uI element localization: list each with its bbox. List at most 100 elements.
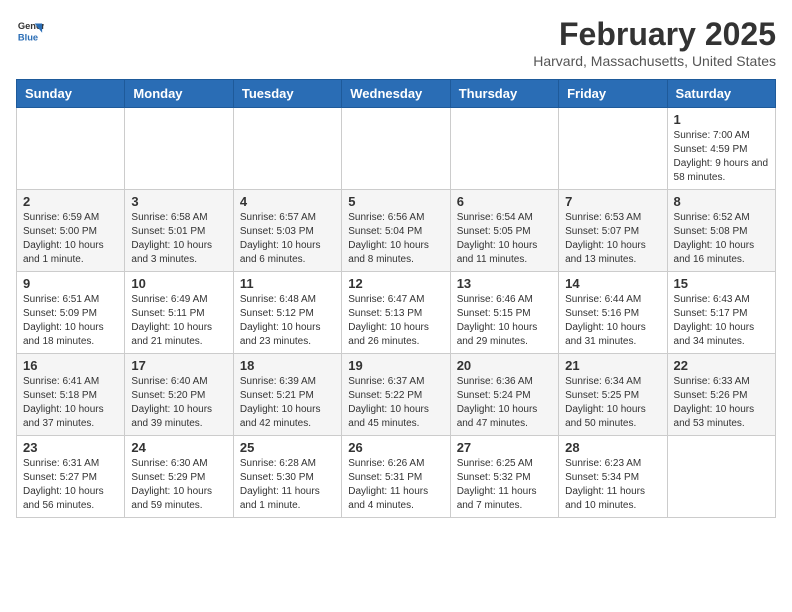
day-number: 27 bbox=[457, 440, 552, 455]
day-number: 17 bbox=[131, 358, 226, 373]
calendar-cell: 27 Sunrise: 6:25 AM Sunset: 5:32 PM Dayli… bbox=[450, 436, 558, 518]
calendar-cell: 20 Sunrise: 6:36 AM Sunset: 5:24 PM Dayli… bbox=[450, 354, 558, 436]
day-info: Sunrise: 6:49 AM Sunset: 5:11 PM Dayligh… bbox=[131, 293, 226, 349]
calendar-cell: 18 Sunrise: 6:39 AM Sunset: 5:21 PM Dayli… bbox=[233, 354, 341, 436]
calendar-cell: 6 Sunrise: 6:54 AM Sunset: 5:05 PM Daylig… bbox=[450, 190, 558, 272]
day-info: Sunrise: 7:00 AM Sunset: 4:59 PM Dayligh… bbox=[674, 129, 769, 185]
day-info: Sunrise: 6:39 AM Sunset: 5:21 PM Dayligh… bbox=[240, 375, 335, 431]
day-info: Sunrise: 6:37 AM Sunset: 5:22 PM Dayligh… bbox=[348, 375, 443, 431]
calendar-cell: 4 Sunrise: 6:57 AM Sunset: 5:03 PM Daylig… bbox=[233, 190, 341, 272]
day-info: Sunrise: 6:58 AM Sunset: 5:01 PM Dayligh… bbox=[131, 211, 226, 267]
calendar-cell: 13 Sunrise: 6:46 AM Sunset: 5:15 PM Dayli… bbox=[450, 272, 558, 354]
calendar-cell: 23 Sunrise: 6:31 AM Sunset: 5:27 PM Dayli… bbox=[17, 436, 125, 518]
weekday-header-saturday: Saturday bbox=[667, 80, 775, 108]
day-info: Sunrise: 6:51 AM Sunset: 5:09 PM Dayligh… bbox=[23, 293, 118, 349]
calendar-cell: 8 Sunrise: 6:52 AM Sunset: 5:08 PM Daylig… bbox=[667, 190, 775, 272]
day-info: Sunrise: 6:40 AM Sunset: 5:20 PM Dayligh… bbox=[131, 375, 226, 431]
calendar-cell: 12 Sunrise: 6:47 AM Sunset: 5:13 PM Dayli… bbox=[342, 272, 450, 354]
calendar-cell bbox=[17, 108, 125, 190]
day-info: Sunrise: 6:48 AM Sunset: 5:12 PM Dayligh… bbox=[240, 293, 335, 349]
calendar-cell: 3 Sunrise: 6:58 AM Sunset: 5:01 PM Daylig… bbox=[125, 190, 233, 272]
calendar-cell: 19 Sunrise: 6:37 AM Sunset: 5:22 PM Dayli… bbox=[342, 354, 450, 436]
day-info: Sunrise: 6:46 AM Sunset: 5:15 PM Dayligh… bbox=[457, 293, 552, 349]
calendar-cell: 25Sunrise: 6:28 AM Sunset: 5:30 PM Dayli… bbox=[233, 436, 341, 518]
day-number: 1 bbox=[674, 112, 769, 127]
day-info: Sunrise: 6:54 AM Sunset: 5:05 PM Dayligh… bbox=[457, 211, 552, 267]
calendar-header-row: SundayMondayTuesdayWednesdayThursdayFrid… bbox=[17, 80, 776, 108]
calendar-table: SundayMondayTuesdayWednesdayThursdayFrid… bbox=[16, 79, 776, 518]
day-info: Sunrise: 6:52 AM Sunset: 5:08 PM Dayligh… bbox=[674, 211, 769, 267]
calendar-cell: 5 Sunrise: 6:56 AM Sunset: 5:04 PM Daylig… bbox=[342, 190, 450, 272]
day-number: 21 bbox=[565, 358, 660, 373]
day-number: 4 bbox=[240, 194, 335, 209]
day-number: 22 bbox=[674, 358, 769, 373]
weekday-header-tuesday: Tuesday bbox=[233, 80, 341, 108]
calendar-cell: 9Sunrise: 6:51 AM Sunset: 5:09 PM Daylig… bbox=[17, 272, 125, 354]
calendar-cell: 1 Sunrise: 7:00 AM Sunset: 4:59 PM Daylig… bbox=[667, 108, 775, 190]
calendar-cell bbox=[342, 108, 450, 190]
day-number: 3 bbox=[131, 194, 226, 209]
calendar-week-row: 1 Sunrise: 7:00 AM Sunset: 4:59 PM Daylig… bbox=[17, 108, 776, 190]
day-number: 2 bbox=[23, 194, 118, 209]
day-info: Sunrise: 6:57 AM Sunset: 5:03 PM Dayligh… bbox=[240, 211, 335, 267]
day-info: Sunrise: 6:59 AM Sunset: 5:00 PM Dayligh… bbox=[23, 211, 118, 267]
day-info: Sunrise: 6:31 AM Sunset: 5:27 PM Dayligh… bbox=[23, 457, 118, 513]
day-number: 25 bbox=[240, 440, 335, 455]
day-number: 23 bbox=[23, 440, 118, 455]
day-number: 5 bbox=[348, 194, 443, 209]
calendar-cell: 16 Sunrise: 6:41 AM Sunset: 5:18 PM Dayli… bbox=[17, 354, 125, 436]
day-info: Sunrise: 6:56 AM Sunset: 5:04 PM Dayligh… bbox=[348, 211, 443, 267]
day-number: 14 bbox=[565, 276, 660, 291]
day-info: Sunrise: 6:25 AM Sunset: 5:32 PM Dayligh… bbox=[457, 457, 552, 513]
calendar-week-row: 9Sunrise: 6:51 AM Sunset: 5:09 PM Daylig… bbox=[17, 272, 776, 354]
calendar-cell bbox=[125, 108, 233, 190]
calendar-week-row: 16 Sunrise: 6:41 AM Sunset: 5:18 PM Dayli… bbox=[17, 354, 776, 436]
day-number: 12 bbox=[348, 276, 443, 291]
weekday-header-thursday: Thursday bbox=[450, 80, 558, 108]
day-number: 6 bbox=[457, 194, 552, 209]
calendar-week-row: 2 Sunrise: 6:59 AM Sunset: 5:00 PM Daylig… bbox=[17, 190, 776, 272]
day-info: Sunrise: 6:30 AM Sunset: 5:29 PM Dayligh… bbox=[131, 457, 226, 513]
day-info: Sunrise: 6:33 AM Sunset: 5:26 PM Dayligh… bbox=[674, 375, 769, 431]
calendar-cell: 26Sunrise: 6:26 AM Sunset: 5:31 PM Dayli… bbox=[342, 436, 450, 518]
day-number: 13 bbox=[457, 276, 552, 291]
calendar-week-row: 23 Sunrise: 6:31 AM Sunset: 5:27 PM Dayli… bbox=[17, 436, 776, 518]
location-title: Harvard, Massachusetts, United States bbox=[533, 53, 776, 69]
title-area: February 2025 Harvard, Massachusetts, Un… bbox=[533, 16, 776, 69]
calendar-cell bbox=[233, 108, 341, 190]
day-info: Sunrise: 6:41 AM Sunset: 5:18 PM Dayligh… bbox=[23, 375, 118, 431]
day-number: 10 bbox=[131, 276, 226, 291]
svg-text:Blue: Blue bbox=[18, 32, 38, 42]
day-info: Sunrise: 6:23 AM Sunset: 5:34 PM Dayligh… bbox=[565, 457, 660, 513]
calendar-cell: 21 Sunrise: 6:34 AM Sunset: 5:25 PM Dayli… bbox=[559, 354, 667, 436]
day-number: 26 bbox=[348, 440, 443, 455]
calendar-cell: 15 Sunrise: 6:43 AM Sunset: 5:17 PM Dayli… bbox=[667, 272, 775, 354]
calendar-cell: 14 Sunrise: 6:44 AM Sunset: 5:16 PM Dayli… bbox=[559, 272, 667, 354]
calendar-cell: 2 Sunrise: 6:59 AM Sunset: 5:00 PM Daylig… bbox=[17, 190, 125, 272]
day-number: 8 bbox=[674, 194, 769, 209]
day-info: Sunrise: 6:53 AM Sunset: 5:07 PM Dayligh… bbox=[565, 211, 660, 267]
generalblue-logo-icon: General Blue bbox=[16, 16, 44, 44]
calendar-cell: 11Sunrise: 6:48 AM Sunset: 5:12 PM Dayli… bbox=[233, 272, 341, 354]
calendar-cell: 17 Sunrise: 6:40 AM Sunset: 5:20 PM Dayli… bbox=[125, 354, 233, 436]
calendar-cell: 24 Sunrise: 6:30 AM Sunset: 5:29 PM Dayli… bbox=[125, 436, 233, 518]
calendar-cell: 10 Sunrise: 6:49 AM Sunset: 5:11 PM Dayli… bbox=[125, 272, 233, 354]
day-number: 15 bbox=[674, 276, 769, 291]
weekday-header-monday: Monday bbox=[125, 80, 233, 108]
day-info: Sunrise: 6:44 AM Sunset: 5:16 PM Dayligh… bbox=[565, 293, 660, 349]
day-number: 16 bbox=[23, 358, 118, 373]
month-title: February 2025 bbox=[533, 16, 776, 53]
day-number: 19 bbox=[348, 358, 443, 373]
day-number: 20 bbox=[457, 358, 552, 373]
day-number: 7 bbox=[565, 194, 660, 209]
day-number: 18 bbox=[240, 358, 335, 373]
calendar-cell bbox=[559, 108, 667, 190]
weekday-header-friday: Friday bbox=[559, 80, 667, 108]
day-info: Sunrise: 6:43 AM Sunset: 5:17 PM Dayligh… bbox=[674, 293, 769, 349]
day-number: 24 bbox=[131, 440, 226, 455]
day-info: Sunrise: 6:47 AM Sunset: 5:13 PM Dayligh… bbox=[348, 293, 443, 349]
logo: General Blue bbox=[16, 16, 44, 44]
day-info: Sunrise: 6:36 AM Sunset: 5:24 PM Dayligh… bbox=[457, 375, 552, 431]
calendar-cell bbox=[450, 108, 558, 190]
day-info: Sunrise: 6:34 AM Sunset: 5:25 PM Dayligh… bbox=[565, 375, 660, 431]
